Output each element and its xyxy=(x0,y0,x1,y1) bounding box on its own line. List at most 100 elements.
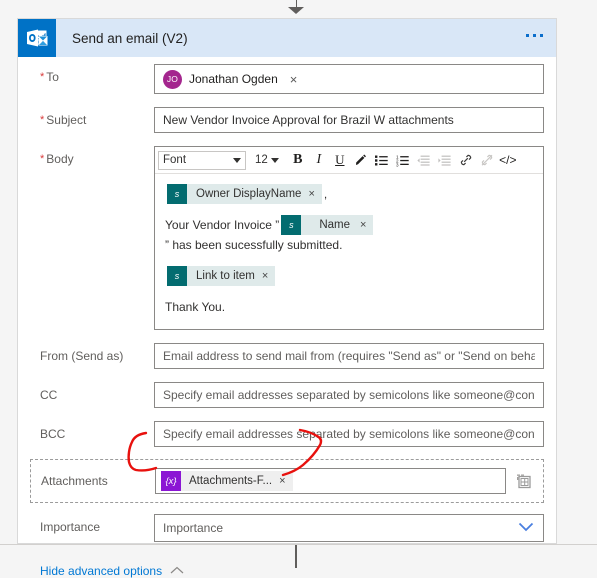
insert-link-icon[interactable] xyxy=(456,150,476,171)
avatar: JO xyxy=(163,69,182,89)
font-size-select[interactable]: 12 xyxy=(253,154,281,166)
sharepoint-icon: s xyxy=(167,266,187,286)
chevron-down-icon xyxy=(518,521,534,535)
text-color-icon[interactable] xyxy=(351,150,371,171)
hide-advanced-options-label: Hide advanced options xyxy=(40,564,163,578)
card-title: Send an email (V2) xyxy=(72,30,188,46)
required-asterisk: * xyxy=(40,153,45,165)
dynamic-token-name[interactable]: s Name × xyxy=(281,215,374,235)
bcc-placeholder: Specify email addresses separated by sem… xyxy=(163,427,535,441)
cc-input[interactable]: Specify email addresses separated by sem… xyxy=(154,382,544,408)
importance-label: Importance xyxy=(40,520,101,534)
to-field: JO Jonathan Ogden × xyxy=(154,64,544,94)
editor-text: , xyxy=(323,187,328,201)
rich-text-editor: Font 12 B I U 1 2 3 </> s Owner DisplayN… xyxy=(154,146,544,330)
cc-placeholder: Specify email addresses separated by sem… xyxy=(163,388,535,402)
numbered-list-icon[interactable]: 1 2 3 xyxy=(393,150,413,171)
field-row-to: * To JO Jonathan Ogden × xyxy=(30,57,544,100)
token-label: Link to item xyxy=(196,270,255,282)
font-family-value: Font xyxy=(163,154,187,166)
flow-connector-arrow-icon xyxy=(288,7,304,14)
from-input[interactable]: Email address to send mail from (require… xyxy=(154,343,544,369)
menu-dot xyxy=(533,34,536,37)
editor-text: Thank You. xyxy=(165,300,226,314)
card-body: * To JO Jonathan Ogden × * Subject New Ve xyxy=(18,57,556,578)
from-field: Email address to send mail from (require… xyxy=(154,343,544,369)
svg-text:3: 3 xyxy=(396,162,399,167)
required-asterisk: * xyxy=(40,114,45,126)
subject-label: * Subject xyxy=(40,113,87,127)
subject-input[interactable]: New Vendor Invoice Approval for Brazil W… xyxy=(154,107,544,133)
recipient-chip[interactable]: JO Jonathan Ogden × xyxy=(163,69,298,89)
bold-button[interactable]: B xyxy=(288,150,308,171)
editor-toolbar: Font 12 B I U 1 2 3 </> xyxy=(155,147,543,174)
to-label: * To xyxy=(40,70,59,84)
editor-line-2: Your Vendor Invoice ” s Name × ” has bee… xyxy=(165,215,533,255)
editor-content[interactable]: s Owner DisplayName × , Your Vendor Invo… xyxy=(155,174,543,329)
code-view-button[interactable]: </> xyxy=(498,150,518,171)
subject-field: New Vendor Invoice Approval for Brazil W… xyxy=(154,107,544,133)
send-email-action-card: Send an email (V2) * To JO Jonathan Ogden… xyxy=(17,18,557,578)
editor-text-after: ” has been sucessfully submitted. xyxy=(165,238,343,252)
expression-token-attachments[interactable]: {x} Attachments-F... × xyxy=(161,471,293,491)
field-row-subject: * Subject New Vendor Invoice Approval for… xyxy=(30,100,544,139)
token-label: Attachments-F... xyxy=(189,475,273,487)
field-row-bcc: BCC Specify email addresses separated by… xyxy=(30,414,544,453)
hide-advanced-options-button[interactable]: Hide advanced options xyxy=(30,548,544,578)
expression-icon: {x} xyxy=(161,471,181,491)
chevron-down-icon xyxy=(270,157,279,163)
remove-token-icon[interactable]: × xyxy=(279,475,292,487)
remove-token-icon[interactable]: × xyxy=(360,215,373,235)
menu-dot xyxy=(540,34,543,37)
menu-dot xyxy=(526,34,529,37)
to-input[interactable]: JO Jonathan Ogden × xyxy=(154,64,544,94)
card-header: Send an email (V2) xyxy=(18,19,556,57)
chevron-down-icon xyxy=(233,157,241,163)
chevron-up-icon xyxy=(170,564,184,578)
attachments-input[interactable]: {x} Attachments-F... × xyxy=(155,468,506,494)
font-family-select[interactable]: Font xyxy=(158,150,246,170)
body-field: Font 12 B I U 1 2 3 </> s Owner DisplayN… xyxy=(154,146,544,330)
underline-button[interactable]: U xyxy=(330,150,350,171)
subject-value: New Vendor Invoice Approval for Brazil W… xyxy=(163,113,454,127)
token-label: Owner DisplayName xyxy=(196,188,302,200)
sharepoint-icon: s xyxy=(281,215,302,235)
cc-label: CC xyxy=(40,388,58,402)
field-row-cc: CC Specify email addresses separated by … xyxy=(30,375,544,414)
token-label: Name xyxy=(319,219,350,231)
remove-token-icon[interactable]: × xyxy=(262,266,275,286)
decrease-indent-icon[interactable] xyxy=(414,150,434,171)
editor-line-4: Thank You. xyxy=(165,297,533,317)
dynamic-token-link-to-item[interactable]: s Link to item × xyxy=(167,266,276,286)
field-row-importance: Importance Importance xyxy=(30,507,544,548)
editor-line-3: s Link to item × xyxy=(165,266,533,286)
bulleted-list-icon[interactable] xyxy=(372,150,392,171)
importance-select[interactable]: Importance xyxy=(154,514,544,542)
from-placeholder: Email address to send mail from (require… xyxy=(163,349,535,363)
switch-to-array-icon[interactable] xyxy=(513,472,535,490)
field-row-from: From (Send as) Email address to send mai… xyxy=(30,336,544,375)
sharepoint-icon: s xyxy=(167,184,187,204)
dynamic-token-owner-displayname[interactable]: s Owner DisplayName × xyxy=(167,184,322,204)
attachments-label: Attachments xyxy=(41,474,108,488)
body-label: * Body xyxy=(40,152,74,166)
outlook-icon xyxy=(18,19,56,57)
recipient-name: Jonathan Ogden xyxy=(189,72,278,86)
remove-link-icon[interactable] xyxy=(477,150,497,171)
importance-value: Importance xyxy=(163,521,224,535)
from-label: From (Send as) xyxy=(40,349,124,363)
bcc-input[interactable]: Specify email addresses separated by sem… xyxy=(154,421,544,447)
italic-button[interactable]: I xyxy=(309,150,329,171)
remove-token-icon[interactable]: × xyxy=(308,184,321,204)
importance-field: Importance xyxy=(154,514,544,542)
cc-field: Specify email addresses separated by sem… xyxy=(154,382,544,408)
required-asterisk: * xyxy=(40,71,45,83)
editor-text-before: Your Vendor Invoice ” xyxy=(165,218,280,232)
editor-line-1: s Owner DisplayName × , xyxy=(165,184,533,204)
overflow-menu-button[interactable] xyxy=(526,34,543,37)
font-size-value: 12 xyxy=(255,154,268,166)
increase-indent-icon[interactable] xyxy=(435,150,455,171)
remove-recipient-icon[interactable]: × xyxy=(290,73,298,86)
bcc-label: BCC xyxy=(40,427,66,441)
field-row-body: * Body Font 12 B I U 1 2 3 </> s Owner D… xyxy=(30,139,544,336)
